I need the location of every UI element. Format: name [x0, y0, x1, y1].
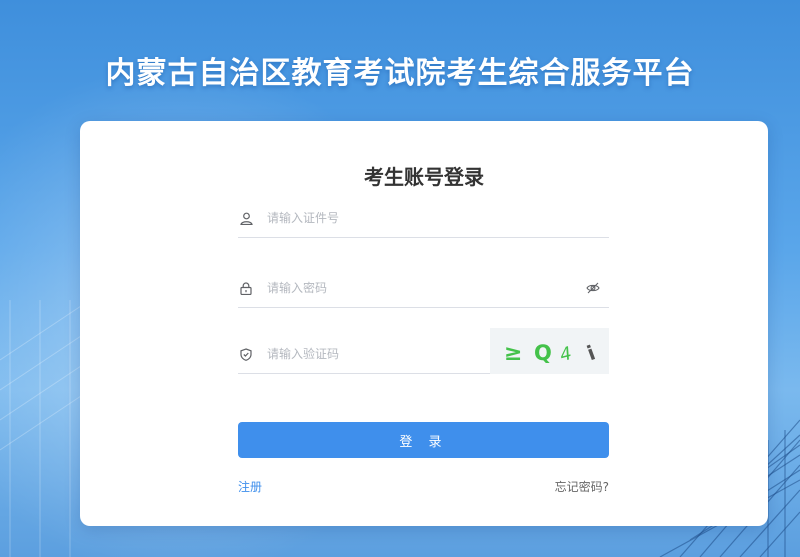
- id-number-field: [238, 199, 609, 238]
- site-title: 内蒙古自治区教育考试院考生综合服务平台: [105, 56, 695, 91]
- forgot-password-link[interactable]: 忘记密码?: [555, 478, 609, 495]
- captcha-input[interactable]: [265, 338, 490, 370]
- password-field: [238, 269, 609, 308]
- captcha-char: i: [584, 340, 599, 365]
- captcha-char: ≥: [504, 341, 522, 366]
- user-icon: [239, 211, 253, 225]
- captcha-image[interactable]: ≥ Q 4 i: [490, 328, 609, 374]
- login-card: 考生账号登录 ≥ Q 4 i 登 录 注册 忘记密码?: [80, 121, 768, 526]
- lock-icon: [239, 281, 253, 295]
- captcha-char: Q: [534, 341, 552, 365]
- password-input[interactable]: [265, 272, 585, 304]
- login-button[interactable]: 登 录: [238, 422, 609, 458]
- captcha-char: 4: [558, 343, 574, 366]
- eye-slash-icon[interactable]: [585, 280, 601, 296]
- register-link[interactable]: 注册: [238, 478, 262, 495]
- shield-icon: [239, 347, 253, 361]
- login-title: 考生账号登录: [364, 165, 484, 189]
- id-number-input[interactable]: [265, 202, 609, 234]
- captcha-field: [238, 335, 490, 374]
